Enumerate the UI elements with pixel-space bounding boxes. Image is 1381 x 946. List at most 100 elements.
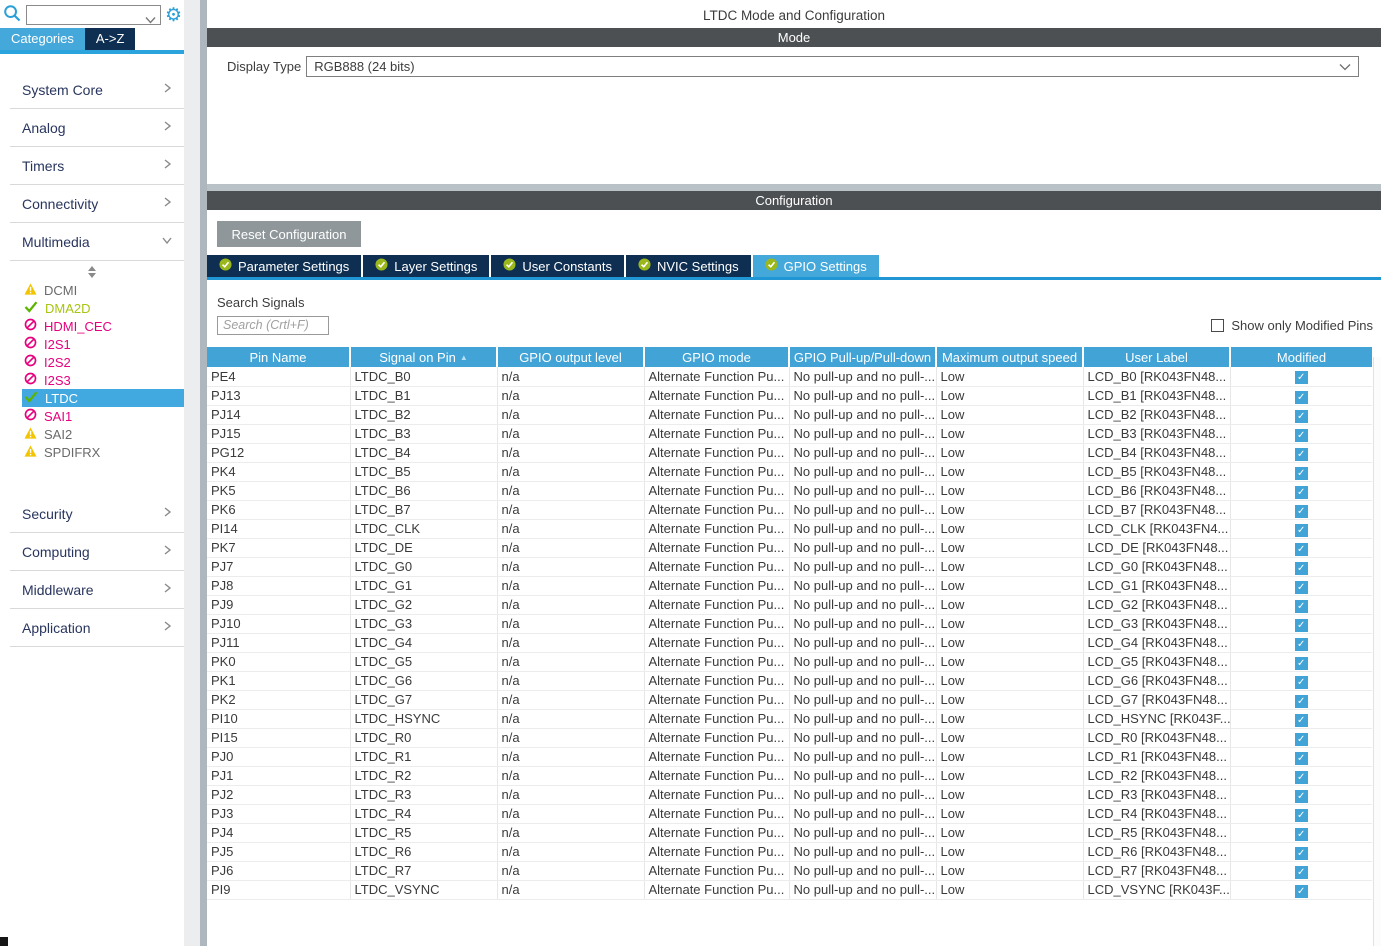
cell-mode[interactable]: Alternate Function Pu... bbox=[644, 785, 789, 804]
checkbox-checked-icon[interactable]: ✓ bbox=[1295, 695, 1308, 708]
sidebar-item-application[interactable]: Application bbox=[10, 609, 184, 647]
cell-modified[interactable]: ✓ bbox=[1230, 576, 1372, 595]
cell-level[interactable]: n/a bbox=[497, 747, 644, 766]
cell-modified[interactable]: ✓ bbox=[1230, 557, 1372, 576]
cell-speed[interactable]: Low bbox=[936, 652, 1083, 671]
show-only-modified-pins-toggle[interactable]: Show only Modified Pins bbox=[1211, 318, 1373, 333]
cell-pull[interactable]: No pull-up and no pull-... bbox=[789, 633, 936, 652]
cell-mode[interactable]: Alternate Function Pu... bbox=[644, 519, 789, 538]
cell-speed[interactable]: Low bbox=[936, 747, 1083, 766]
column-header-pin-name[interactable]: Pin Name bbox=[207, 347, 350, 367]
cell-level[interactable]: n/a bbox=[497, 500, 644, 519]
cell-mode[interactable]: Alternate Function Pu... bbox=[644, 424, 789, 443]
checkbox-checked-icon[interactable]: ✓ bbox=[1295, 847, 1308, 860]
cell-label[interactable]: LCD_B6 [RK043FN48... bbox=[1083, 481, 1230, 500]
cell-modified[interactable]: ✓ bbox=[1230, 538, 1372, 557]
sidebar-scrollbar[interactable] bbox=[184, 0, 200, 946]
cell-mode[interactable]: Alternate Function Pu... bbox=[644, 633, 789, 652]
cell-signal[interactable]: LTDC_R3 bbox=[350, 785, 497, 804]
cell-pull[interactable]: No pull-up and no pull-... bbox=[789, 823, 936, 842]
checkbox-checked-icon[interactable]: ✓ bbox=[1295, 448, 1308, 461]
cell-level[interactable]: n/a bbox=[497, 880, 644, 899]
cell-modified[interactable]: ✓ bbox=[1230, 443, 1372, 462]
cell-signal[interactable]: LTDC_G3 bbox=[350, 614, 497, 633]
cell-mode[interactable]: Alternate Function Pu... bbox=[644, 614, 789, 633]
cell-signal[interactable]: LTDC_CLK bbox=[350, 519, 497, 538]
cell-signal[interactable]: LTDC_B2 bbox=[350, 405, 497, 424]
cell-speed[interactable]: Low bbox=[936, 386, 1083, 405]
cell-level[interactable]: n/a bbox=[497, 538, 644, 557]
cell-mode[interactable]: Alternate Function Pu... bbox=[644, 538, 789, 557]
cell-pull[interactable]: No pull-up and no pull-... bbox=[789, 367, 936, 386]
cell-modified[interactable]: ✓ bbox=[1230, 481, 1372, 500]
cell-label[interactable]: LCD_B5 [RK043FN48... bbox=[1083, 462, 1230, 481]
cell-signal[interactable]: LTDC_R5 bbox=[350, 823, 497, 842]
cell-label[interactable]: LCD_G3 [RK043FN48... bbox=[1083, 614, 1230, 633]
checkbox-checked-icon[interactable]: ✓ bbox=[1295, 600, 1308, 613]
sidebar-item-connectivity[interactable]: Connectivity bbox=[10, 185, 184, 223]
cell-pull[interactable]: No pull-up and no pull-... bbox=[789, 424, 936, 443]
cell-modified[interactable]: ✓ bbox=[1230, 880, 1372, 899]
display-type-select[interactable]: RGB888 (24 bits) bbox=[306, 56, 1359, 77]
cell-speed[interactable]: Low bbox=[936, 728, 1083, 747]
checkbox-checked-icon[interactable]: ✓ bbox=[1295, 885, 1308, 898]
cell-speed[interactable]: Low bbox=[936, 462, 1083, 481]
sidebar-item-dma2d[interactable]: DMA2D bbox=[22, 299, 184, 317]
cell-signal[interactable]: LTDC_VSYNC bbox=[350, 880, 497, 899]
cell-label[interactable]: LCD_R6 [RK043FN48... bbox=[1083, 842, 1230, 861]
cell-speed[interactable]: Low bbox=[936, 823, 1083, 842]
cell-level[interactable]: n/a bbox=[497, 785, 644, 804]
cell-level[interactable]: n/a bbox=[497, 443, 644, 462]
cell-signal[interactable]: LTDC_G7 bbox=[350, 690, 497, 709]
cell-level[interactable]: n/a bbox=[497, 709, 644, 728]
cell-label[interactable]: LCD_R0 [RK043FN48... bbox=[1083, 728, 1230, 747]
ip-search-combobox[interactable] bbox=[26, 5, 161, 25]
cell-label[interactable]: LCD_R5 [RK043FN48... bbox=[1083, 823, 1230, 842]
cell-signal[interactable]: LTDC_G5 bbox=[350, 652, 497, 671]
cell-level[interactable]: n/a bbox=[497, 842, 644, 861]
checkbox-checked-icon[interactable]: ✓ bbox=[1295, 486, 1308, 499]
cell-mode[interactable]: Alternate Function Pu... bbox=[644, 690, 789, 709]
cell-level[interactable]: n/a bbox=[497, 462, 644, 481]
cell-modified[interactable]: ✓ bbox=[1230, 728, 1372, 747]
sidebar-tab-categories[interactable]: Categories bbox=[0, 28, 85, 50]
cell-pull[interactable]: No pull-up and no pull-... bbox=[789, 386, 936, 405]
table-scrollbar[interactable] bbox=[1373, 357, 1381, 946]
tab-user-constants[interactable]: User Constants bbox=[491, 255, 624, 277]
checkbox-checked-icon[interactable]: ✓ bbox=[1295, 790, 1308, 803]
sidebar-item-ltdc[interactable]: LTDC bbox=[22, 389, 184, 407]
cell-signal[interactable]: LTDC_G1 bbox=[350, 576, 497, 595]
checkbox-checked-icon[interactable]: ✓ bbox=[1295, 676, 1308, 689]
checkbox-checked-icon[interactable]: ✓ bbox=[1295, 505, 1308, 518]
cell-speed[interactable]: Low bbox=[936, 804, 1083, 823]
cell-speed[interactable]: Low bbox=[936, 861, 1083, 880]
cell-label[interactable]: LCD_B7 [RK043FN48... bbox=[1083, 500, 1230, 519]
cell-signal[interactable]: LTDC_B5 bbox=[350, 462, 497, 481]
cell-mode[interactable]: Alternate Function Pu... bbox=[644, 842, 789, 861]
cell-pull[interactable]: No pull-up and no pull-... bbox=[789, 443, 936, 462]
cell-level[interactable]: n/a bbox=[497, 386, 644, 405]
cell-level[interactable]: n/a bbox=[497, 519, 644, 538]
cell-modified[interactable]: ✓ bbox=[1230, 367, 1372, 386]
cell-speed[interactable]: Low bbox=[936, 709, 1083, 728]
sidebar-item-i2s3[interactable]: I2S3 bbox=[22, 371, 184, 389]
cell-pull[interactable]: No pull-up and no pull-... bbox=[789, 481, 936, 500]
sidebar-item-multimedia[interactable]: Multimedia bbox=[10, 223, 184, 261]
cell-pull[interactable]: No pull-up and no pull-... bbox=[789, 842, 936, 861]
cell-label[interactable]: LCD_G5 [RK043FN48... bbox=[1083, 652, 1230, 671]
cell-signal[interactable]: LTDC_R1 bbox=[350, 747, 497, 766]
cell-pull[interactable]: No pull-up and no pull-... bbox=[789, 690, 936, 709]
cell-label[interactable]: LCD_DE [RK043FN48... bbox=[1083, 538, 1230, 557]
checkbox-checked-icon[interactable]: ✓ bbox=[1295, 714, 1308, 727]
cell-pull[interactable]: No pull-up and no pull-... bbox=[789, 766, 936, 785]
cell-level[interactable]: n/a bbox=[497, 367, 644, 386]
cell-level[interactable]: n/a bbox=[497, 823, 644, 842]
cell-label[interactable]: LCD_VSYNC [RK043F... bbox=[1083, 880, 1230, 899]
cell-signal[interactable]: LTDC_B6 bbox=[350, 481, 497, 500]
cell-pull[interactable]: No pull-up and no pull-... bbox=[789, 462, 936, 481]
cell-modified[interactable]: ✓ bbox=[1230, 386, 1372, 405]
sidebar-item-hdmi-cec[interactable]: HDMI_CEC bbox=[22, 317, 184, 335]
cell-pull[interactable]: No pull-up and no pull-... bbox=[789, 709, 936, 728]
cell-pull[interactable]: No pull-up and no pull-... bbox=[789, 880, 936, 899]
cell-label[interactable]: LCD_G2 [RK043FN48... bbox=[1083, 595, 1230, 614]
